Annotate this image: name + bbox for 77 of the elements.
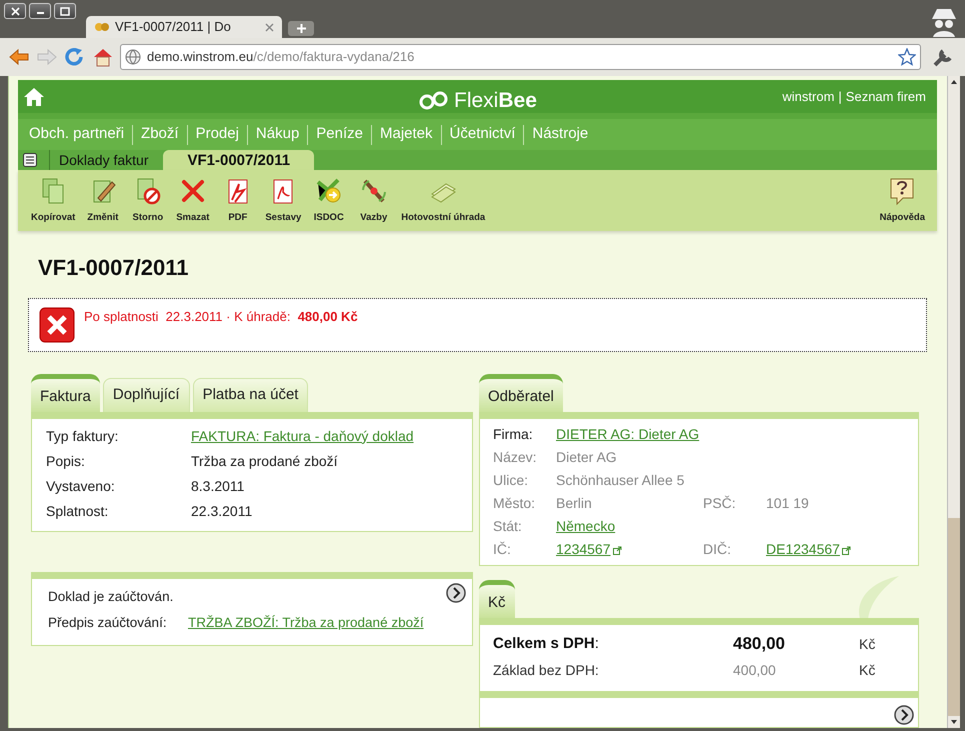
new-tab-button[interactable] xyxy=(288,21,314,36)
home-icon[interactable] xyxy=(92,47,114,67)
amount: 400,00 xyxy=(733,660,777,680)
help-button[interactable]: Nápověda xyxy=(876,176,929,226)
toolbar-button[interactable]: Kopírovat xyxy=(26,176,80,226)
currency: Kč xyxy=(859,634,876,654)
tab[interactable]: Doplňující xyxy=(102,378,190,412)
total-label: Základ bez DPH: xyxy=(493,660,600,680)
field-value: 22.3.2011 xyxy=(191,502,252,520)
arrow-circle-button[interactable] xyxy=(894,705,914,725)
tab[interactable]: Kč xyxy=(479,580,515,618)
toolbar-button[interactable]: ISDOC xyxy=(306,176,352,226)
amount: 480,00 xyxy=(733,633,786,656)
toolbar-button[interactable]: Smazat xyxy=(170,176,216,226)
field-label: Město: xyxy=(493,494,536,513)
external-link-icon xyxy=(612,546,622,555)
field-value: Dieter AG xyxy=(556,448,617,467)
arrow-circle-button[interactable] xyxy=(446,582,466,602)
logo-icon xyxy=(418,90,450,112)
breadcrumb-tab[interactable]: VF1-0007/2011 xyxy=(163,150,314,170)
url-text: demo.winstrom.eu/c/demo/faktura-vydana/216 xyxy=(147,48,414,66)
field-label: Typ faktury: xyxy=(46,426,120,446)
address-field[interactable]: demo.winstrom.eu/c/demo/faktura-vydana/216 xyxy=(120,44,921,70)
toolbar-button[interactable]: Hotovostní úhrada xyxy=(396,176,490,226)
alert-message: Po splatnosti 22.3.2011 · K úhradě: 480,00 Kč xyxy=(84,308,358,326)
link[interactable]: DE1234567 xyxy=(766,540,840,557)
field-label: PSČ: xyxy=(703,494,737,513)
tab[interactable]: Faktura xyxy=(31,374,100,412)
toolbar-button[interactable]: Změnit xyxy=(80,176,126,226)
toolbar-button[interactable]: PDF xyxy=(215,176,260,226)
toolbar-button[interactable]: Vazby xyxy=(351,176,396,226)
field-label: Popis: xyxy=(46,452,86,471)
tab-title: VF1-0007/2011 | Do xyxy=(115,18,231,36)
tab[interactable]: Odběratel xyxy=(479,374,563,412)
currency: Kč xyxy=(859,660,876,680)
field-value: Tržba za prodané zboží xyxy=(191,452,338,471)
total-label: Celkem s DPH: xyxy=(493,634,600,654)
link[interactable]: Německo xyxy=(556,518,616,534)
link[interactable]: TRŽBA ZBOŽÍ: Tržba za prodané zboží xyxy=(188,612,424,633)
field-value: 8.3.2011 xyxy=(191,476,244,496)
toolbar-button[interactable]: Sestavy xyxy=(260,176,306,226)
field-label: Firma: xyxy=(493,424,534,444)
posting-status: Doklad je zaúčtován. xyxy=(48,588,174,606)
star-icon[interactable] xyxy=(898,48,916,66)
separator: | xyxy=(838,88,842,106)
field-label: Předpis zaúčtování: xyxy=(48,614,168,632)
scrollbar[interactable] xyxy=(947,76,960,728)
external-link-icon xyxy=(842,546,851,555)
flower-icon xyxy=(94,21,110,33)
app-logo: FlexiBee xyxy=(454,88,537,114)
link[interactable]: 1234567 xyxy=(556,540,611,557)
field-label: DIČ: xyxy=(703,540,732,559)
maximize-window-icon[interactable] xyxy=(54,3,76,19)
field-label: Vystaveno: xyxy=(46,476,116,496)
field-label: Stát: xyxy=(493,516,523,536)
page-title: VF1-0007/2011 xyxy=(38,254,190,282)
field-label: Název: xyxy=(493,448,538,467)
globe-icon xyxy=(125,49,141,65)
link[interactable]: FAKTURA: Faktura - daňový doklad xyxy=(191,426,414,446)
menu-icon[interactable] xyxy=(23,153,37,168)
field-value: Berlin xyxy=(556,494,592,513)
field-label: IČ: xyxy=(493,540,512,559)
field-label: Splatnost: xyxy=(46,502,110,521)
toolbar-button[interactable]: Storno xyxy=(125,176,170,226)
field-label: Ulice: xyxy=(493,470,530,490)
minimize-window-icon[interactable] xyxy=(29,3,51,19)
field-value: Schönhauser Allee 5 xyxy=(556,470,684,490)
browser-tab[interactable]: VF1-0007/2011 | Do xyxy=(86,16,282,38)
error-icon xyxy=(39,306,75,342)
home-icon[interactable] xyxy=(23,86,45,107)
tab[interactable]: Platba na účet xyxy=(192,378,308,412)
link[interactable]: DIETER AG: Dieter AG xyxy=(556,426,700,442)
plus-icon xyxy=(296,24,306,33)
back-arrow-icon[interactable] xyxy=(8,47,30,67)
close-icon[interactable] xyxy=(265,22,274,32)
field-value: 101 19 xyxy=(766,494,809,513)
close-window-icon[interactable] xyxy=(4,3,26,19)
